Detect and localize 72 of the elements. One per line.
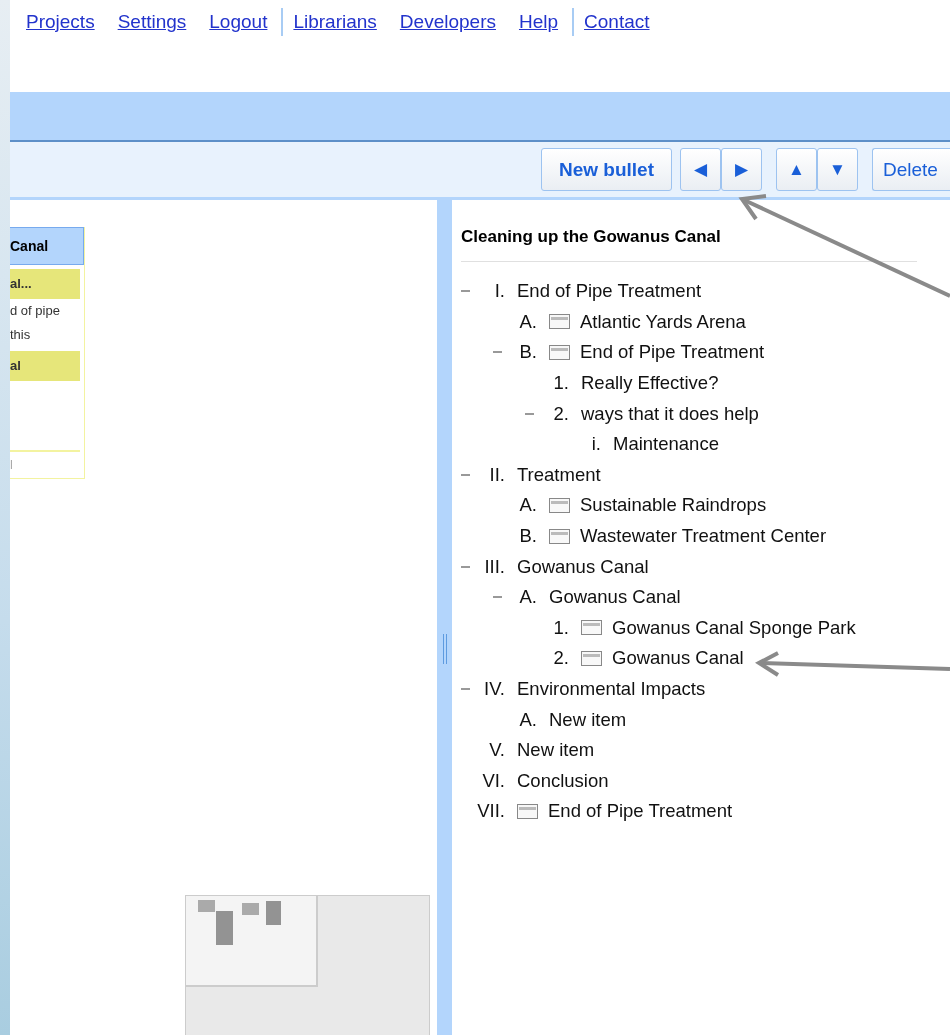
outline-item[interactable]: Gowanus Canal: [517, 555, 649, 578]
outline-title: Cleaning up the Gowanus Canal: [461, 224, 917, 262]
bullet-number: III.: [483, 555, 505, 578]
outline-item[interactable]: Environmental Impacts: [517, 678, 706, 700]
outline-item[interactable]: Atlantic Yards Arena: [580, 310, 746, 333]
delete-button[interactable]: Delete: [872, 148, 950, 191]
grip-icon[interactable]: [442, 634, 447, 664]
minimap[interactable]: [185, 895, 430, 1035]
bullet-number: A.: [518, 310, 537, 333]
outline-item[interactable]: Wastewater Treatment Center: [580, 525, 827, 548]
collapse-icon[interactable]: [461, 290, 470, 293]
note-icon[interactable]: [549, 314, 570, 330]
indent-button[interactable]: ▶: [721, 148, 762, 191]
bullet-number: B.: [518, 341, 537, 364]
card-heading: al: [10, 351, 80, 381]
collapse-icon[interactable]: [461, 565, 470, 568]
outline-item[interactable]: Really Effective?: [581, 372, 719, 395]
bullet-number: II.: [488, 463, 505, 486]
nav-link[interactable]: Settings: [117, 11, 187, 33]
outline-item[interactable]: New item: [549, 708, 627, 731]
bullet-number: 1.: [552, 372, 569, 395]
card-heading: al...: [10, 269, 80, 299]
note-icon[interactable]: [581, 650, 602, 666]
bullet-number: VII.: [476, 800, 505, 823]
note-icon[interactable]: [517, 803, 538, 819]
move-down-button[interactable]: ▼: [817, 148, 858, 191]
minimap-viewport[interactable]: [186, 896, 318, 987]
nav-link[interactable]: Developers: [399, 11, 496, 33]
bullet-number: A.: [518, 708, 537, 731]
outline-item[interactable]: End of Pipe Treatment: [548, 800, 733, 823]
collapse-icon[interactable]: [461, 473, 470, 476]
nav-link[interactable]: Librarians: [293, 11, 377, 33]
outline-item[interactable]: End of Pipe Treatment: [580, 341, 765, 364]
collapse-icon[interactable]: [493, 596, 502, 599]
bullet-number: A.: [518, 494, 537, 517]
outline-item[interactable]: Treatment: [517, 463, 601, 486]
nav-link[interactable]: Contact: [584, 11, 650, 33]
bullet-number: B.: [518, 525, 537, 548]
outline-item[interactable]: New item: [517, 739, 595, 762]
outline-item[interactable]: Gowanus Canal Sponge Park: [612, 616, 856, 639]
outline-item[interactable]: Maintenance: [613, 433, 719, 456]
note-icon[interactable]: [549, 497, 570, 513]
note-icon[interactable]: [581, 620, 602, 636]
card-header: Canal: [10, 227, 84, 265]
nav-link[interactable]: Projects: [26, 11, 95, 33]
outline-item[interactable]: ways that it does help: [581, 402, 759, 425]
collapse-icon[interactable]: [493, 351, 502, 354]
bullet-number: V.: [488, 739, 505, 762]
card-footer: l: [10, 452, 84, 478]
card-text: this: [10, 326, 32, 344]
outline-item[interactable]: Sustainable Raindrops: [580, 494, 767, 517]
bullet-number: I.: [493, 280, 505, 303]
nav-link[interactable]: Help: [518, 11, 559, 33]
bullet-number: 2.: [552, 402, 569, 425]
outdent-button[interactable]: ◀: [680, 148, 721, 191]
bullet-number: A.: [518, 586, 537, 609]
bullet-number: VI.: [481, 769, 505, 792]
outline-item[interactable]: Gowanus Canal: [612, 647, 744, 670]
nav-link[interactable]: Logout: [209, 11, 268, 33]
card-text: d of pipe: [10, 302, 61, 320]
collapse-icon[interactable]: [525, 412, 534, 415]
note-icon[interactable]: [549, 528, 570, 544]
bullet-number: i.: [590, 433, 601, 456]
bullet-number: IV.: [483, 678, 505, 700]
bullet-number: 2.: [552, 647, 569, 670]
new-bullet-button[interactable]: New bullet: [541, 148, 672, 191]
bullet-number: 1.: [552, 616, 569, 639]
note-icon[interactable]: [549, 345, 570, 360]
move-up-button[interactable]: ▲: [776, 148, 817, 191]
outline-item[interactable]: Conclusion: [517, 769, 609, 792]
outline-item[interactable]: End of Pipe Treatment: [517, 280, 702, 303]
outline-item[interactable]: Gowanus Canal: [549, 586, 681, 609]
